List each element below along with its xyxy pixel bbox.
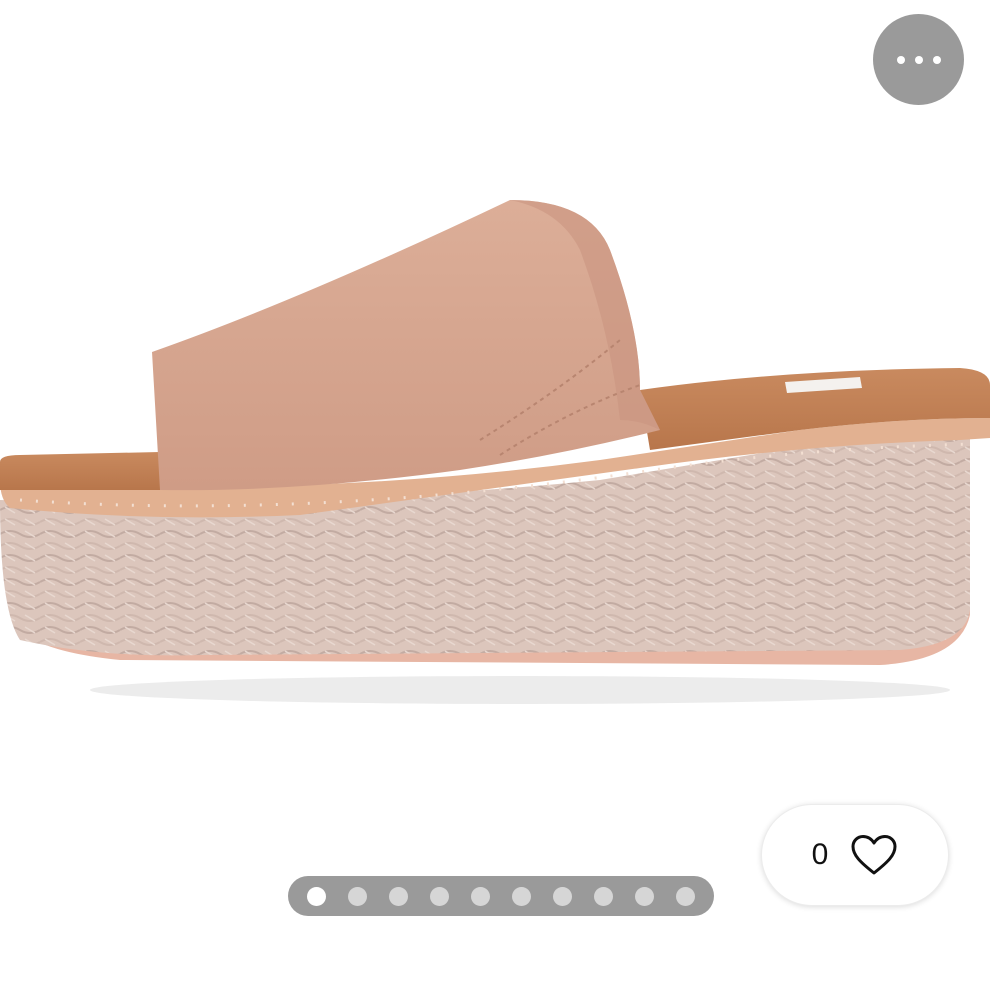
pagination-dot[interactable] bbox=[553, 886, 572, 906]
ellipsis-icon bbox=[896, 55, 941, 64]
heart-icon bbox=[851, 835, 897, 875]
pagination-dot[interactable] bbox=[389, 886, 408, 906]
pagination-dot-active[interactable] bbox=[307, 886, 326, 906]
pagination-dot[interactable] bbox=[471, 886, 490, 906]
like-count: 0 bbox=[811, 838, 829, 871]
pagination-dot[interactable] bbox=[676, 886, 695, 906]
image-pagination bbox=[288, 876, 714, 916]
like-button[interactable]: 0 bbox=[761, 804, 949, 906]
pagination-dot[interactable] bbox=[635, 886, 654, 906]
more-options-button[interactable] bbox=[873, 14, 964, 105]
pagination-dot[interactable] bbox=[430, 886, 449, 906]
pagination-dot[interactable] bbox=[512, 886, 531, 906]
footbed-toe bbox=[0, 452, 160, 490]
pagination-dot[interactable] bbox=[594, 886, 613, 906]
product-shadow bbox=[90, 676, 950, 704]
pagination-dot[interactable] bbox=[348, 886, 367, 906]
product-image-viewer: 0 bbox=[0, 0, 1000, 1000]
